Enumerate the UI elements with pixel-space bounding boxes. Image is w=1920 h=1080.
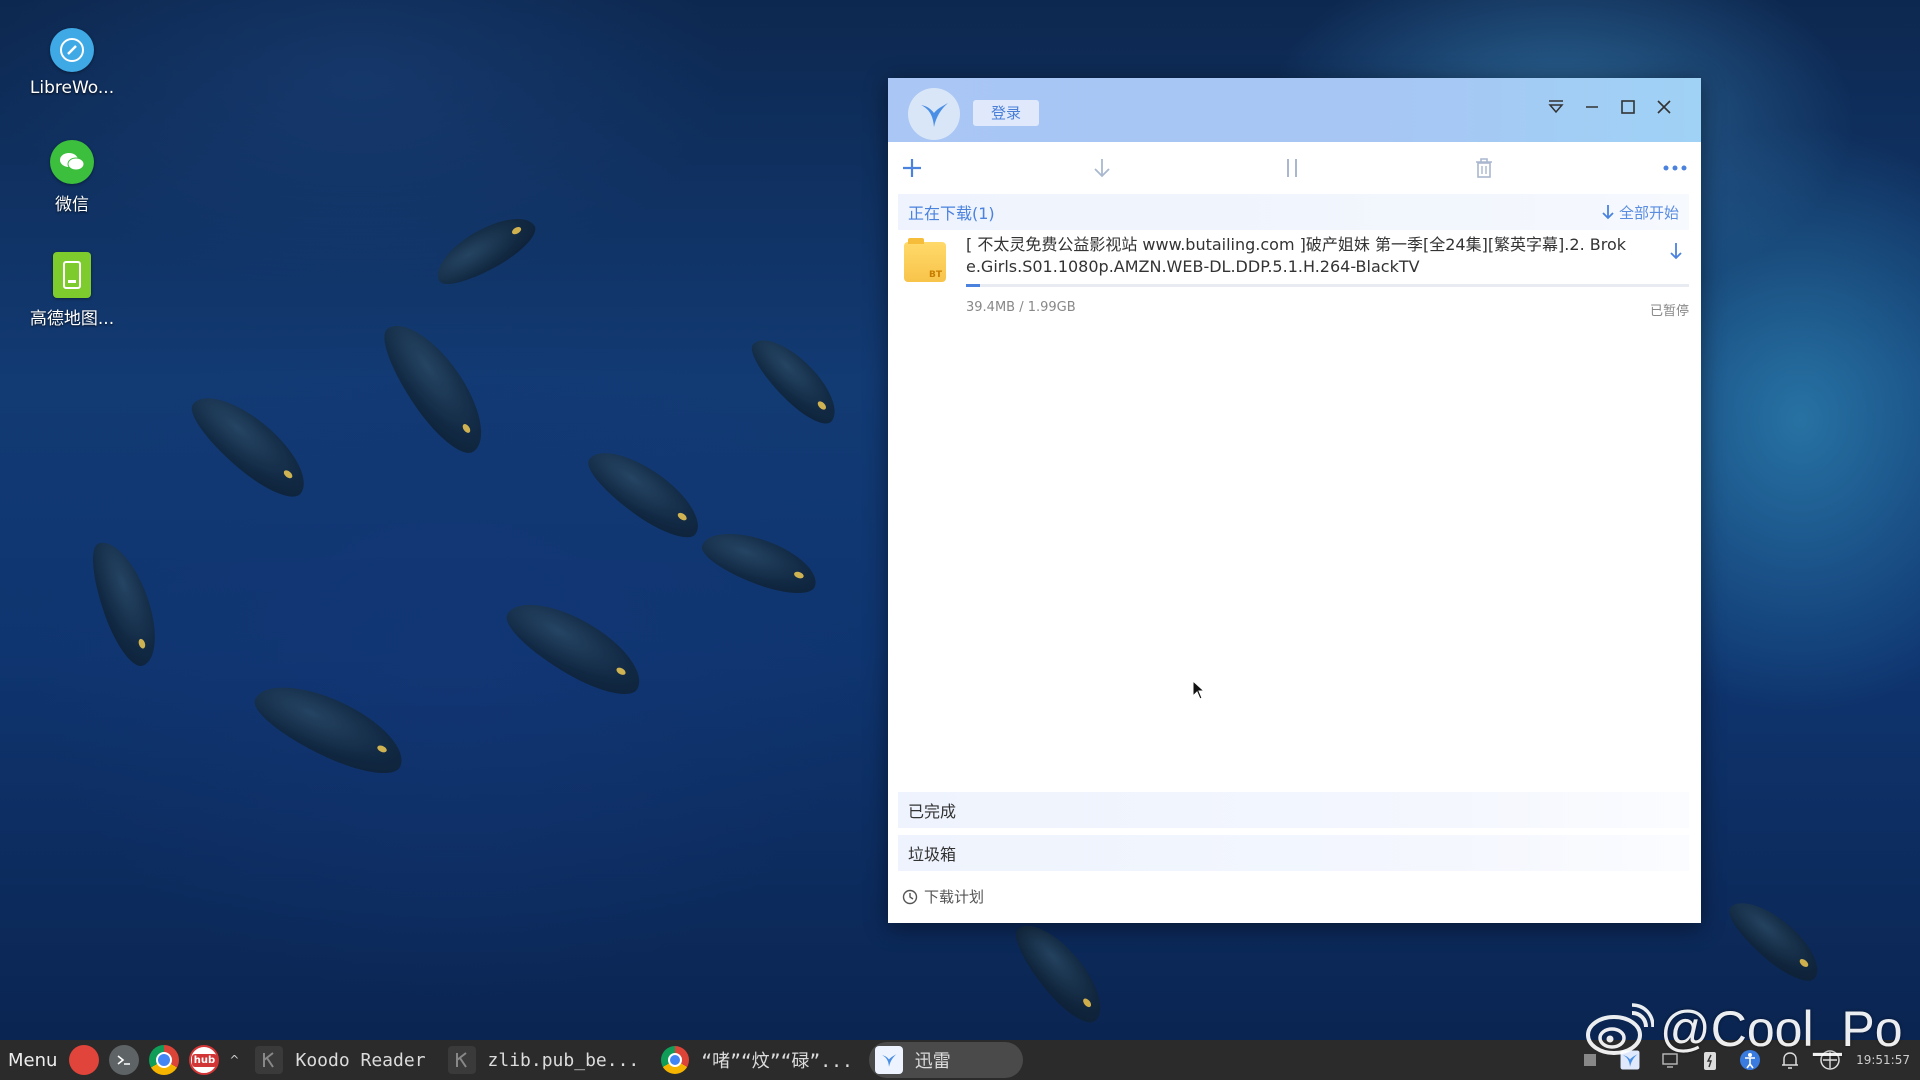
wallpaper-penguin: [696, 520, 824, 604]
download-task-row[interactable]: BT [ 不太灵免费公益影视站 www.butailing.com ]破产姐妹 …: [904, 234, 1689, 322]
start-all-button[interactable]: 全部开始: [1601, 202, 1679, 223]
pause-button[interactable]: [1278, 154, 1306, 182]
koodo-reader-icon: [255, 1046, 284, 1074]
task-progress-fill: [966, 284, 981, 287]
bt-file-icon: BT: [904, 238, 946, 282]
download-schedule-button[interactable]: 下载计划: [902, 886, 984, 907]
downloading-section-header[interactable]: 正在下载(1) 全部开始: [898, 194, 1689, 230]
close-icon[interactable]: [1653, 96, 1675, 118]
chrome-icon[interactable]: [149, 1045, 180, 1075]
download-arrow-icon: [1602, 205, 1614, 220]
desktop-icon-label: LibreWo...: [29, 78, 115, 98]
task-status: 已暂停: [1649, 304, 1689, 319]
delete-button[interactable]: [1470, 154, 1498, 182]
avatar[interactable]: [908, 88, 960, 140]
taskbar-task-chrome[interactable]: “啫”“炆”“碌”...: [655, 1042, 863, 1078]
wallpaper-penguin: [180, 380, 320, 510]
desktop-icon-label: 微信: [55, 195, 89, 215]
wallpaper-penguin: [245, 668, 415, 788]
watermark-text: @Cool_Po: [1660, 1001, 1903, 1057]
download-arrow-icon: [1670, 243, 1682, 260]
terminal-icon[interactable]: [109, 1045, 140, 1075]
wallpaper-penguin: [578, 436, 712, 550]
completed-group-label: 已完成: [908, 802, 957, 821]
taskbar-task-label: Koodo Reader: [295, 1049, 426, 1071]
wallpaper-penguin: [1720, 889, 1830, 991]
weibo-logo-icon: [1586, 1003, 1654, 1055]
window-controls: [1545, 96, 1675, 118]
libreoffice-writer-icon: [50, 28, 94, 72]
downloading-section-title: 正在下载(1): [908, 204, 995, 223]
wallpaper-penguin: [496, 586, 654, 708]
taskbar-task-label: zlib.pub_be...: [487, 1049, 640, 1071]
wallpaper-penguin: [369, 310, 501, 464]
window-titlebar: 登录: [888, 78, 1701, 142]
pause-icon: [1287, 159, 1297, 177]
weibo-watermark: @Cool_Po: [1584, 1000, 1903, 1058]
more-options-button[interactable]: [1661, 154, 1689, 182]
wallpaper-penguin: [1004, 911, 1116, 1033]
amap-icon: [53, 252, 91, 298]
red-app-icon[interactable]: [69, 1045, 100, 1075]
launcher-expand-chevron-icon[interactable]: ^: [229, 1053, 239, 1067]
task-progress-bar: [966, 284, 1689, 287]
dropdown-menu-icon[interactable]: [1545, 96, 1567, 118]
taskbar-task-thunder[interactable]: 迅雷: [868, 1042, 1023, 1078]
thunder-window: 登录 正在下载(1) 全部开始 BT [不太灵免费公益影视站 www.buta…: [888, 78, 1701, 923]
trash-group[interactable]: 垃圾箱: [898, 835, 1689, 871]
toolbar: [888, 142, 1701, 194]
wallpaper-penguin: [427, 205, 543, 295]
file-badge: BT: [929, 270, 942, 280]
add-task-button[interactable]: [898, 154, 926, 182]
thunder-bird-icon: [874, 1046, 903, 1074]
task-filename: [ 不太灵免费公益影视站 www.butailing.com ]破产姐妹 第一季…: [966, 235, 1626, 276]
thunder-bird-icon: [921, 103, 948, 127]
start-all-label: 全部开始: [1618, 203, 1679, 222]
start-menu-button[interactable]: Menu: [8, 1050, 57, 1071]
task-size: 39.4MB / 1.99GB: [966, 300, 1076, 315]
login-button[interactable]: 登录: [973, 100, 1040, 126]
desktop-icon-wechat[interactable]: 微信: [12, 140, 132, 215]
completed-group[interactable]: 已完成: [898, 792, 1689, 828]
koodo-reader-icon: [447, 1046, 476, 1074]
hub-icon[interactable]: hub: [189, 1045, 220, 1075]
trash-group-label: 垃圾箱: [908, 845, 957, 864]
mouse-cursor-icon: [1192, 679, 1206, 704]
chrome-icon: [661, 1046, 690, 1074]
wallpaper-penguin: [741, 326, 849, 434]
desktop-icon-librewriter[interactable]: LibreWo...: [12, 28, 132, 98]
taskbar-task-label: “啫”“炆”“碌”...: [701, 1051, 853, 1072]
trash-icon: [1476, 158, 1492, 178]
clock-icon: [902, 889, 918, 904]
resume-task-button[interactable]: [1665, 240, 1687, 262]
hub-icon-text: hub: [191, 1053, 218, 1067]
start-download-button[interactable]: [1088, 154, 1116, 182]
minimize-icon[interactable]: [1581, 96, 1603, 118]
download-arrow-icon: [1094, 159, 1110, 178]
maximize-icon[interactable]: [1617, 96, 1639, 118]
wallpaper-penguin: [81, 534, 169, 672]
desktop-icon-label: 高德地图...: [29, 309, 115, 329]
plus-icon: [903, 159, 921, 177]
download-schedule-label: 下载计划: [924, 888, 985, 906]
taskbar-task-zlib[interactable]: zlib.pub_be...: [442, 1042, 650, 1078]
taskbar-task-koodo-reader[interactable]: Koodo Reader: [249, 1042, 435, 1078]
desktop-icon-amap[interactable]: 高德地图...: [12, 252, 132, 329]
wechat-icon: [50, 140, 94, 184]
more-dots-icon: [1663, 165, 1687, 171]
taskbar-task-label: 迅雷: [914, 1051, 951, 1072]
